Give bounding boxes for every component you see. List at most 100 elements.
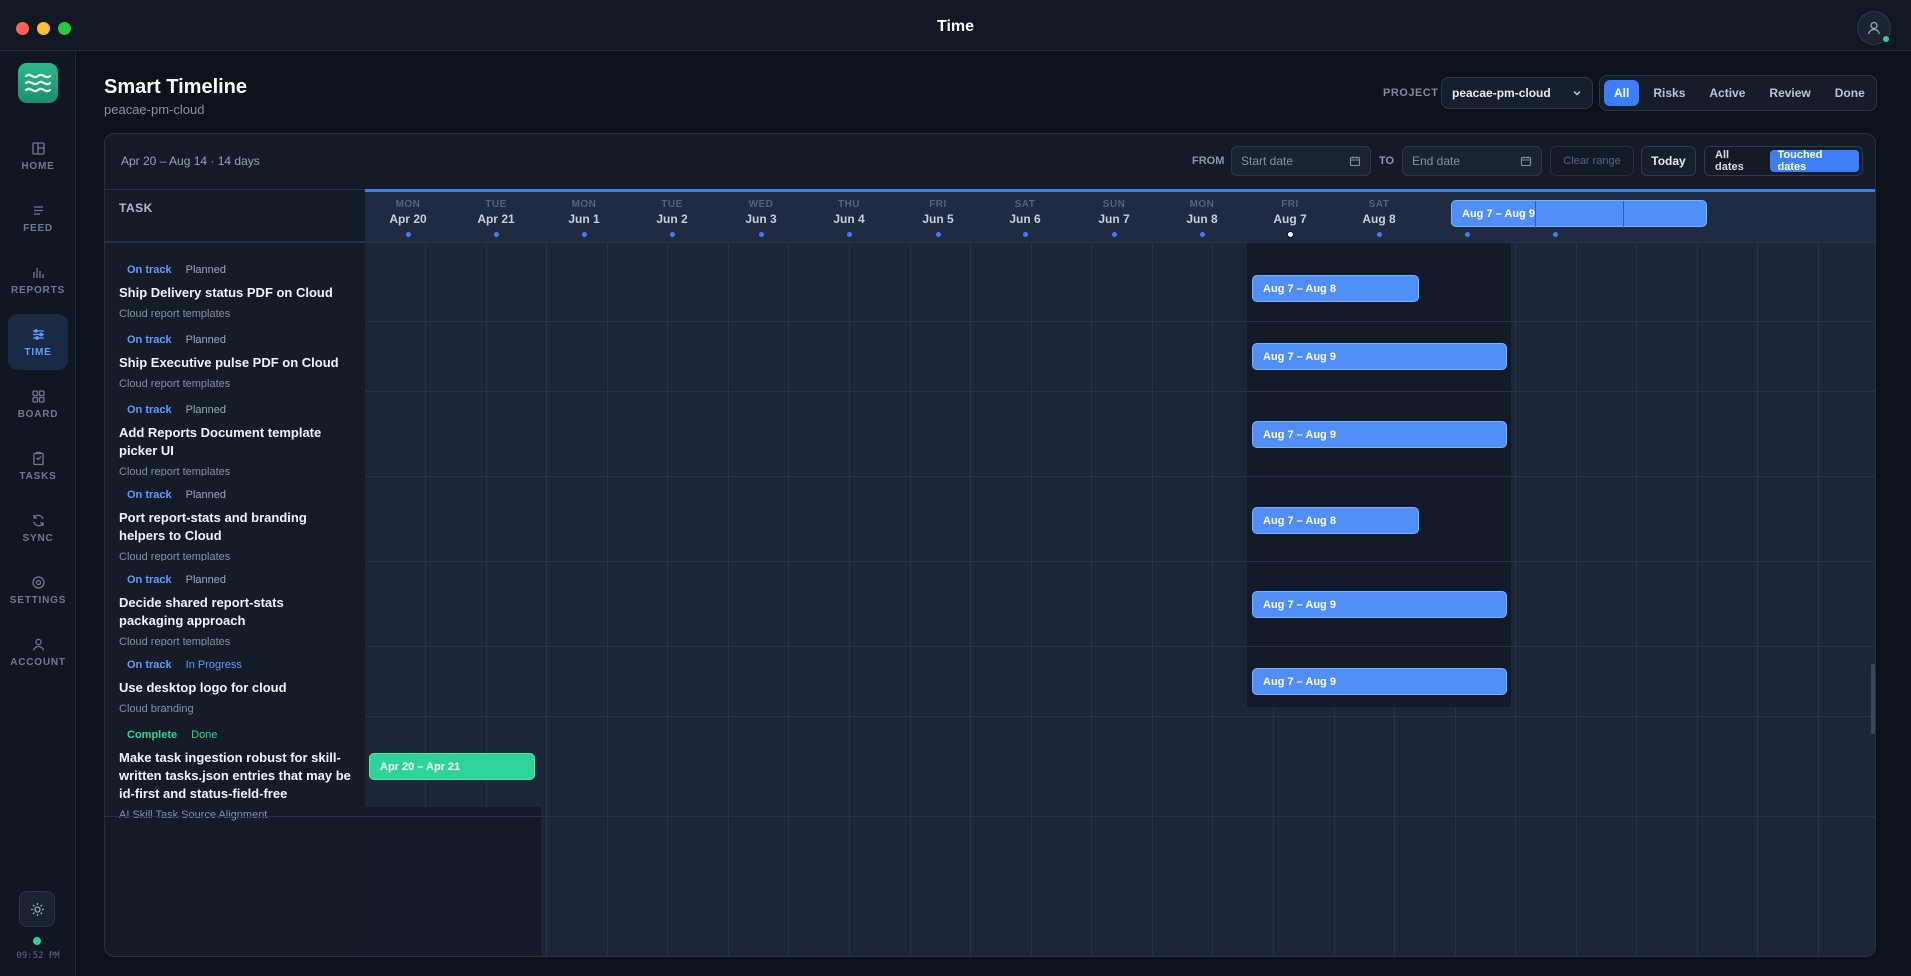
day-of-week: MON <box>571 199 597 210</box>
task-chips: On track Planned <box>127 489 351 501</box>
day-date: Jun 6 <box>1009 212 1041 226</box>
task-row[interactable]: On track Planned Add Reports Document temp… <box>105 391 365 478</box>
task-subtitle: Cloud branding <box>119 703 194 715</box>
sidebar-label-tasks: TASKS <box>19 470 57 482</box>
task-title: Ship Executive pulse PDF on Cloud <box>119 355 339 370</box>
day-date: Apr 21 <box>477 212 515 226</box>
sidebar-item-settings[interactable]: SETTINGS <box>8 562 68 618</box>
clock-text: 09:52 PM <box>16 951 60 961</box>
task-row[interactable]: On track Planned Ship Executive pulse PDF … <box>105 321 365 391</box>
filter-active-button[interactable]: Active <box>1699 80 1755 106</box>
health-badge: Complete <box>127 729 178 741</box>
day-date: Jun 1 <box>568 212 600 226</box>
page-title: Smart Timeline <box>104 76 248 98</box>
touched-dates-button[interactable]: Touched dates <box>1770 149 1859 173</box>
day-header: TUE Apr 21 <box>452 192 540 245</box>
task-row[interactable]: On track Planned Decide shared report-stat… <box>105 561 365 648</box>
sidebar-item-home[interactable]: HOME <box>8 128 68 184</box>
row-divider <box>105 816 1875 817</box>
day-marker <box>1199 232 1205 237</box>
health-badge: On track <box>127 659 172 671</box>
filter-review-button[interactable]: Review <box>1759 80 1820 106</box>
task-subtitle: Cloud report templates <box>119 378 231 390</box>
highlight-region <box>365 807 541 956</box>
project-select[interactable]: peacae-pm-cloud <box>1441 77 1593 109</box>
day-marker <box>1111 232 1117 237</box>
sidebar-item-feed[interactable]: FEED <box>8 190 68 246</box>
grid-line <box>1818 242 1819 956</box>
day-of-week: SAT <box>1014 199 1036 210</box>
task-chips: Complete Done <box>127 729 351 741</box>
sidebar-item-time[interactable]: TIME <box>8 314 68 370</box>
task-bar[interactable]: Aug 7 – Aug 9 <box>1252 421 1507 448</box>
task-bar[interactable]: Aug 7 – Aug 9 <box>1252 591 1507 618</box>
app-logo[interactable] <box>18 63 58 103</box>
project-label: PROJECT <box>1383 87 1439 99</box>
day-marker <box>493 232 499 237</box>
theme-toggle-button[interactable] <box>19 891 55 927</box>
status-filter-group: All Risks Active Review Done <box>1599 75 1877 111</box>
today-button[interactable]: Today <box>1641 146 1696 176</box>
day-date: Aug 8 <box>1362 212 1396 226</box>
sidebar-label-account: ACCOUNT <box>10 656 66 668</box>
clear-range-button[interactable]: Clear range <box>1550 146 1634 176</box>
task-chips: On track Planned <box>127 404 351 416</box>
day-date: Jun 3 <box>745 212 777 226</box>
sidebar-item-board[interactable]: BOARD <box>8 376 68 432</box>
day-header: MON Jun 8 <box>1158 192 1246 245</box>
task-title: Make task ingestion robust for skill-wri… <box>119 750 351 801</box>
task-bar[interactable]: Aug 7 – Aug 8 <box>1252 507 1419 534</box>
task-column-header: TASK <box>105 189 365 242</box>
timeline-rows: On track Planned Ship Delivery status PDF … <box>105 242 1875 956</box>
all-dates-button[interactable]: All dates <box>1708 149 1766 173</box>
task-bar[interactable]: Aug 7 – Aug 9 <box>1252 668 1507 695</box>
time-icon <box>32 328 44 340</box>
grid-line <box>1091 242 1092 956</box>
page-subtitle: peacae-pm-cloud <box>104 102 205 117</box>
row-divider <box>105 391 1875 392</box>
task-title: Add Reports Document template picker UI <box>119 425 322 458</box>
day-header: WED Jun 3 <box>717 192 805 245</box>
status-badge: Done <box>191 729 218 741</box>
task-bar[interactable]: Aug 7 – Aug 9 <box>1252 343 1507 370</box>
filter-all-button[interactable]: All <box>1604 80 1640 106</box>
task-chips: On track In Progress <box>127 659 351 671</box>
task-bar[interactable]: Aug 7 – Aug 8 <box>1252 275 1419 302</box>
day-of-week: FRI <box>929 199 947 210</box>
day-header: SAT Aug 8 <box>1335 192 1423 245</box>
task-row[interactable]: Complete Done Make task ingestion robust f… <box>105 716 365 821</box>
start-date-input[interactable]: Start date <box>1231 146 1371 176</box>
day-header: SAT Jun 6 <box>981 192 1069 245</box>
day-date: Apr 20 <box>389 212 427 226</box>
end-date-input[interactable]: End date <box>1402 146 1542 176</box>
task-bar[interactable]: Apr 20 – Apr 21 <box>369 753 535 780</box>
day-of-week: MON <box>395 199 421 210</box>
feed-icon <box>33 205 43 215</box>
task-row[interactable]: On track Planned Ship Delivery status PDF … <box>105 251 365 321</box>
day-marker <box>1552 232 1558 237</box>
range-summary: Apr 20 – Aug 14 · 14 days <box>121 154 260 168</box>
grid-line <box>1515 242 1516 956</box>
task-title: Use desktop logo for cloud <box>119 680 287 695</box>
vertical-scrollbar[interactable] <box>1871 664 1875 734</box>
reports-icon <box>32 267 44 278</box>
grid-line <box>728 242 729 956</box>
filter-done-button[interactable]: Done <box>1825 80 1875 106</box>
grid-line <box>849 242 850 956</box>
header-range-bar[interactable]: Aug 7 – Aug 9 <box>1451 200 1707 228</box>
sidebar-item-sync[interactable]: SYNC <box>8 500 68 556</box>
grid-line <box>546 242 547 956</box>
task-row[interactable]: On track In Progress Use desktop logo for … <box>105 646 365 716</box>
grid-line <box>607 242 608 956</box>
sidebar-item-tasks[interactable]: TASKS <box>8 438 68 494</box>
status-badge: Planned <box>185 334 227 346</box>
sidebar-item-reports[interactable]: REPORTS <box>8 252 68 308</box>
task-row[interactable]: On track Planned Port report-stats and bra… <box>105 476 365 563</box>
day-of-week: TUE <box>661 199 683 210</box>
grid-line <box>970 242 971 956</box>
day-marker <box>405 232 411 237</box>
filter-risks-button[interactable]: Risks <box>1643 80 1695 106</box>
row-divider <box>105 321 1875 322</box>
sidebar-item-account[interactable]: ACCOUNT <box>8 624 68 680</box>
day-of-week: FRI <box>1281 199 1299 210</box>
